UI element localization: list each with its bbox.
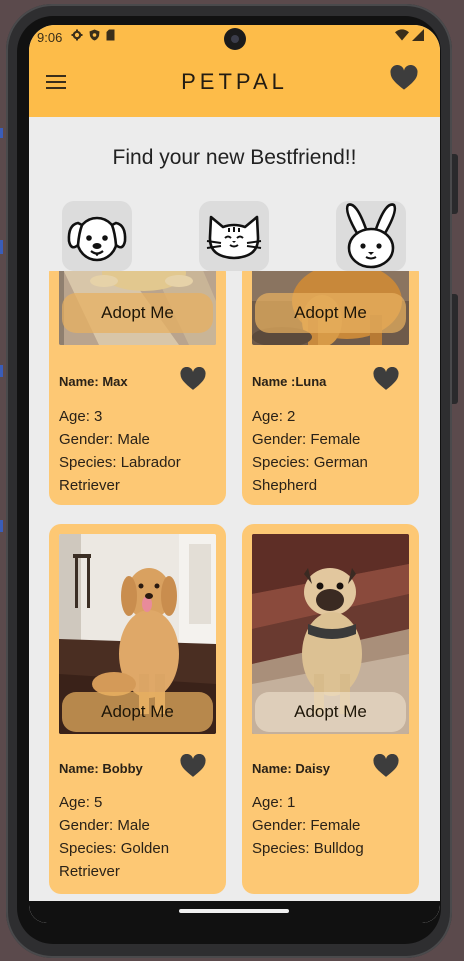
pet-grid[interactable]: Adopt Me Name: Max Age: 3 Gender: Male S… [29, 271, 440, 923]
pet-gender: Gender: Female [252, 817, 361, 834]
pet-photo-bobby: Adopt Me [59, 534, 216, 734]
pet-name: Name: Max [59, 374, 128, 389]
favorites-button[interactable] [390, 64, 418, 93]
pet-details: Age: 2 Gender: Female Species: German Sh… [252, 405, 412, 497]
app-bar: PETPAL [29, 51, 440, 117]
adopt-me-button[interactable]: Adopt Me [62, 293, 213, 333]
pet-card-max: Adopt Me Name: Max Age: 3 Gender: Male S… [49, 271, 226, 505]
pet-name: Name :Luna [252, 374, 327, 389]
window-edge-marker [0, 365, 3, 377]
dog-face-icon [67, 216, 127, 262]
shield-icon [89, 29, 100, 41]
pet-species: Species: Bulldog [252, 840, 364, 857]
rabbit-face-icon [345, 203, 397, 269]
heart-icon [373, 753, 399, 777]
window-edge-marker [0, 520, 3, 532]
pet-details: Age: 1 Gender: Female Species: Bulldog [252, 791, 412, 860]
pet-age: Age: 5 [59, 794, 103, 811]
heart-icon [390, 64, 418, 90]
home-indicator[interactable] [179, 909, 289, 913]
heart-icon [373, 366, 399, 390]
status-icons-left [71, 29, 115, 41]
pet-gender: Gender: Male [59, 431, 150, 448]
pet-photo-max: Adopt Me [59, 271, 216, 345]
app-title: PETPAL [181, 69, 288, 94]
category-dog-tab[interactable] [62, 201, 132, 271]
pet-card-daisy: Adopt Me Name: Daisy Age: 1 Gender: Fema… [242, 524, 419, 894]
adopt-me-button[interactable]: Adopt Me [255, 692, 406, 732]
adopt-me-button[interactable]: Adopt Me [62, 692, 213, 732]
pet-species: Species: Golden Retriever [59, 840, 170, 880]
category-rabbit-tab[interactable] [336, 201, 406, 271]
gear-icon [71, 29, 83, 41]
pet-age: Age: 1 [252, 794, 296, 811]
navigation-bar [29, 901, 440, 923]
pet-age: Age: 3 [59, 408, 103, 425]
sim-card-icon [106, 29, 115, 41]
wifi-icon [395, 29, 409, 41]
status-time: 9:06 [37, 30, 63, 45]
status-icons-right [395, 29, 424, 41]
pet-name: Name: Bobby [59, 761, 143, 776]
pet-species: Species: Labrador Retriever [59, 454, 181, 494]
window-edge-marker [0, 240, 3, 254]
pet-age: Age: 2 [252, 408, 296, 425]
app-screen: 9:06 PETPAL Find your new Bestfriend!! A… [29, 25, 440, 923]
power-button [452, 294, 458, 404]
front-camera [224, 28, 246, 50]
pet-name: Name: Daisy [252, 761, 331, 776]
pet-photo-luna: Adopt Me [252, 271, 409, 345]
pet-gender: Gender: Female [252, 431, 361, 448]
pet-details: Age: 5 Gender: Male Species: Golden Retr… [59, 791, 219, 883]
favorite-toggle[interactable] [180, 366, 206, 391]
pet-card-luna: Adopt Me Name :Luna Age: 2 Gender: Femal… [242, 271, 419, 505]
favorite-toggle[interactable] [180, 753, 206, 778]
pet-card-bobby: Adopt Me Name: Bobby Age: 5 Gender: Male… [49, 524, 226, 894]
pet-species: Species: German Shepherd [252, 454, 368, 494]
pet-gender: Gender: Male [59, 817, 150, 834]
cat-face-icon [206, 215, 262, 260]
heart-icon [180, 366, 206, 390]
phone-bezel: 9:06 PETPAL Find your new Bestfriend!! A… [17, 16, 441, 944]
heart-icon [180, 753, 206, 777]
phone-frame: 9:06 PETPAL Find your new Bestfriend!! A… [6, 4, 458, 958]
favorite-toggle[interactable] [373, 366, 399, 391]
favorite-toggle[interactable] [373, 753, 399, 778]
page-heading: Find your new Bestfriend!! [112, 146, 357, 169]
adopt-me-button[interactable]: Adopt Me [255, 293, 406, 333]
signal-icon [412, 29, 424, 41]
pet-details: Age: 3 Gender: Male Species: Labrador Re… [59, 405, 219, 497]
category-cat-tab[interactable] [199, 201, 269, 271]
pet-photo-daisy: Adopt Me [252, 534, 409, 734]
window-edge-marker [0, 128, 3, 138]
volume-button [452, 154, 458, 214]
